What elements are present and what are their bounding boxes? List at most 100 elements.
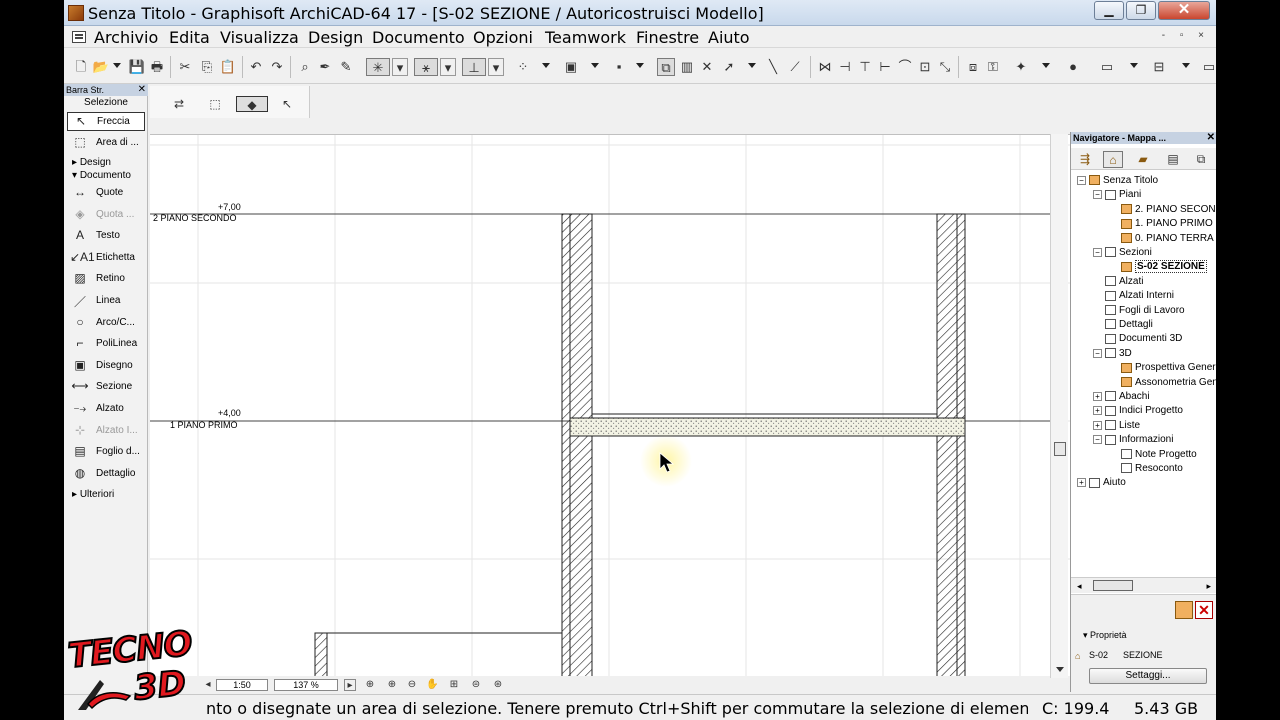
scale-field[interactable]: 1:50 xyxy=(216,679,268,691)
section-drawing-canvas[interactable]: +7,00 2 PIANO SECONDO +4,00 1 PIANO PRIM… xyxy=(150,134,1120,676)
collapse-icon[interactable]: − xyxy=(1093,435,1102,445)
zoom-field[interactable]: 137 % xyxy=(274,679,338,691)
offset-icon[interactable]: ⊡ xyxy=(916,58,934,76)
group-ulteriori[interactable]: ▸ Ulteriori xyxy=(72,489,114,500)
minimize-button[interactable]: ▁ xyxy=(1094,1,1124,20)
scroll-thumb[interactable] xyxy=(1054,442,1066,456)
stretch-icon[interactable]: ⤡ xyxy=(936,58,954,76)
zoom-out-icon[interactable]: ⊖ xyxy=(406,679,418,691)
expand-icon[interactable]: + xyxy=(1093,391,1102,401)
tree-item[interactable]: Alzati xyxy=(1105,275,1143,289)
cut-icon[interactable]: ✂ xyxy=(176,58,194,76)
paste-icon[interactable]: 📋 xyxy=(219,58,237,76)
layer-icon[interactable]: ▣ xyxy=(562,58,580,76)
tool-arco[interactable]: ○ Arco/C... xyxy=(67,314,145,333)
tree-item[interactable]: Assonometria Generica xyxy=(1121,376,1216,390)
tree-item[interactable]: 0. PIANO TERRA xyxy=(1121,232,1214,246)
properties-title[interactable]: ▾ Proprietà xyxy=(1083,630,1127,641)
table-icon[interactable]: ▥ xyxy=(678,58,696,76)
line-tool-icon[interactable]: ╲ xyxy=(764,58,782,76)
tree-item[interactable]: + Abachi xyxy=(1093,390,1150,404)
menu-documento[interactable]: Documento xyxy=(372,28,465,47)
arrow-tool-icon[interactable]: ➚ xyxy=(720,58,738,76)
group-design[interactable]: ▸ Design xyxy=(72,157,111,168)
menu-archivio[interactable]: Archivio xyxy=(94,28,158,47)
settings-button[interactable]: Settaggi... xyxy=(1089,668,1207,684)
slash-tool-icon[interactable]: ⟋ xyxy=(786,58,804,76)
tool-area-selezione[interactable]: ⬚ Area di ... xyxy=(67,134,145,153)
magic-wand-icon[interactable]: ⚹ xyxy=(414,58,438,76)
publisher-icon[interactable]: ⧉ xyxy=(1191,151,1211,168)
tree-item[interactable]: Note Progetto xyxy=(1121,448,1197,462)
tool-etichetta[interactable]: ↙A1 Etichetta xyxy=(67,249,145,268)
open-file-icon[interactable]: 📂 xyxy=(92,58,110,76)
tree-item[interactable]: − Informazioni xyxy=(1093,433,1173,447)
tool-retino[interactable]: ▨ Retino xyxy=(67,270,145,289)
pan-icon[interactable]: ✋ xyxy=(426,679,438,691)
extend-icon[interactable]: ⊤ xyxy=(856,58,874,76)
split-icon[interactable]: ⋈ xyxy=(816,58,834,76)
marquee-icon[interactable]: ⬚ xyxy=(204,96,226,112)
undo-icon[interactable]: ↶ xyxy=(247,58,265,76)
selection-method-icon[interactable]: ⇄ xyxy=(168,96,190,112)
close-icon[interactable]: ✕ xyxy=(1207,132,1215,144)
trim-icon[interactable]: ⊣ xyxy=(836,58,854,76)
tool-foglio-lavoro[interactable]: ▤ Foglio d... xyxy=(67,443,145,462)
view-map-icon[interactable]: ▰ xyxy=(1133,151,1153,168)
wand-dropdown-icon[interactable]: ▾ xyxy=(440,58,456,76)
fit-window-icon[interactable]: ⊞ xyxy=(448,679,460,691)
print-icon[interactable]: 🖶 xyxy=(148,58,166,76)
tool-polilinea[interactable]: ⌐ PoliLinea xyxy=(67,335,145,354)
zoom-in-icon[interactable]: ⊕ xyxy=(386,679,398,691)
snap-guides-icon[interactable]: ✳ xyxy=(366,58,390,76)
snap-dropdown-icon[interactable]: ▾ xyxy=(392,58,408,76)
expand-icon[interactable]: + xyxy=(1093,406,1102,416)
redo-icon[interactable]: ↷ xyxy=(268,58,286,76)
syringe-icon[interactable]: ✎ xyxy=(337,58,355,76)
grid-snap-icon[interactable]: ⁘ xyxy=(514,58,532,76)
tree-item[interactable]: Prospettiva Generica xyxy=(1121,361,1216,375)
pen-icon[interactable]: ▪ xyxy=(610,58,628,76)
navigator-hscroll[interactable]: ◂ ▸ xyxy=(1071,577,1216,593)
project-map-icon[interactable]: ⌂ xyxy=(1103,151,1123,168)
toolbox-header[interactable]: Barra Str. ✕ xyxy=(64,84,148,96)
find-select-icon[interactable]: ⌕ xyxy=(296,58,314,76)
scroll-thumb[interactable] xyxy=(1093,580,1133,591)
tree-item[interactable]: Fogli di Lavoro xyxy=(1105,304,1185,318)
menu-teamwork[interactable]: Teamwork xyxy=(545,28,626,47)
menu-visualizza[interactable]: Visualizza xyxy=(220,28,299,47)
collapse-icon[interactable]: − xyxy=(1093,247,1102,257)
adjust-icon[interactable]: ⊢ xyxy=(876,58,894,76)
save-icon[interactable]: 💾 xyxy=(128,58,146,76)
tree-item[interactable]: + Indici Progetto xyxy=(1093,404,1183,418)
navigator-header[interactable]: Navigatore - Mappa ... ✕ xyxy=(1071,132,1216,144)
layer-dropdown-icon[interactable] xyxy=(591,63,599,68)
tree-item[interactable]: + Liste xyxy=(1093,419,1140,433)
lock-icon[interactable]: ⚿ xyxy=(984,58,1002,76)
publisher-sets-icon[interactable]: ⇶ xyxy=(1075,151,1095,168)
scroll-left-icon[interactable]: ◂ xyxy=(1077,581,1082,592)
gravity-icon[interactable]: ⊥ xyxy=(462,58,486,76)
sphere-icon[interactable]: ● xyxy=(1064,58,1082,76)
collapse-icon[interactable]: − xyxy=(1093,190,1102,200)
zoom-window-icon[interactable]: ⊕ xyxy=(364,679,376,691)
previous-zoom-icon[interactable]: ⊜ xyxy=(470,679,482,691)
fillet-icon[interactable]: ⌒ xyxy=(896,58,914,76)
pointer-icon[interactable]: ↖ xyxy=(276,96,298,112)
trace-icon[interactable]: ⧉ xyxy=(657,58,675,76)
tree-item[interactable]: − Piani xyxy=(1093,188,1141,202)
layout-book-icon[interactable]: ▤ xyxy=(1163,151,1183,168)
open-dropdown-icon[interactable] xyxy=(113,63,121,68)
gravity-dropdown-icon[interactable]: ▾ xyxy=(488,58,504,76)
tree-item[interactable]: 2. PIANO SECONDO xyxy=(1121,203,1216,217)
new-folder-button[interactable] xyxy=(1175,601,1193,619)
delete-button[interactable]: ✕ xyxy=(1195,601,1213,619)
horizontal-scrollbar[interactable] xyxy=(662,679,1108,691)
window-layout-icon[interactable]: ▭ xyxy=(1098,58,1116,76)
view-icon[interactable]: ⊟ xyxy=(1150,58,1168,76)
layout-dropdown-icon[interactable] xyxy=(1130,63,1138,68)
copy-icon[interactable]: ⎘ xyxy=(198,58,216,76)
render-icon[interactable]: ✦ xyxy=(1012,58,1030,76)
tree-item[interactable]: Dettagli xyxy=(1105,318,1153,332)
tree-item[interactable]: − Sezioni xyxy=(1093,246,1152,260)
